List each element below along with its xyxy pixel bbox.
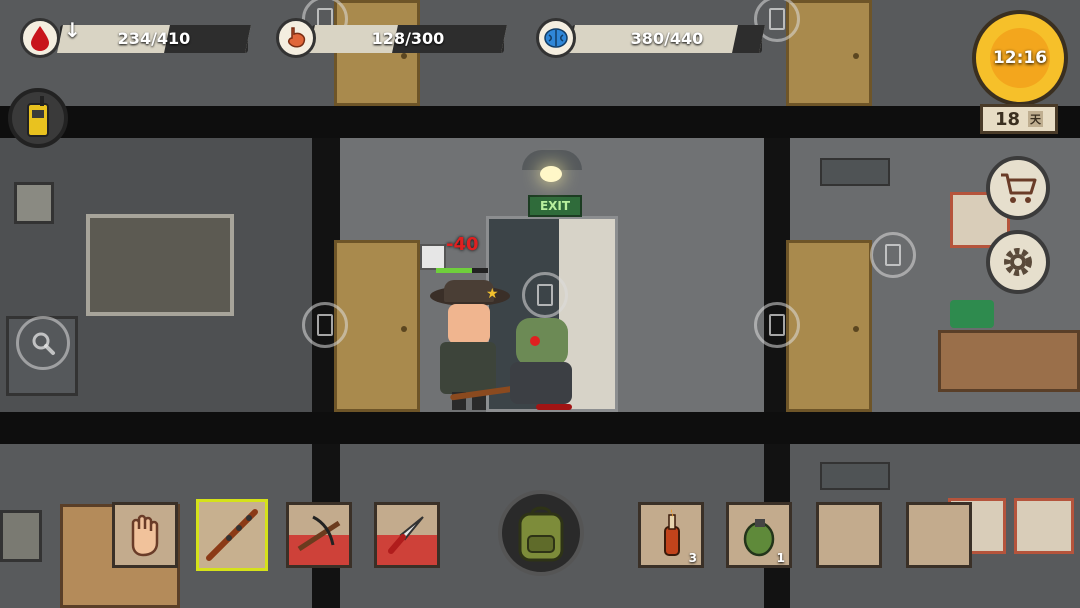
- player-jacket: [440, 342, 496, 394]
- shopping-cart-icon: [1001, 173, 1037, 203]
- item-slot-empty[interactable]: [906, 502, 972, 568]
- day-clock: 12:16: [972, 10, 1068, 106]
- zombie-body: [510, 362, 572, 404]
- floor-slab-2: [0, 412, 1080, 444]
- zombie-eye: [530, 336, 540, 346]
- item-slot-empty[interactable]: [816, 502, 882, 568]
- lamp-bulb: [540, 166, 562, 182]
- day-unit: 天: [1028, 111, 1044, 127]
- exit-sign: EXIT: [528, 195, 582, 217]
- weapon-slot-knife[interactable]: [374, 502, 440, 568]
- clock-time: 12:16: [992, 48, 1048, 68]
- health-text: 234/410: [117, 29, 191, 48]
- item-count: 1: [776, 551, 785, 565]
- air-vent: [820, 158, 890, 186]
- zombie-head: [516, 318, 568, 366]
- knife-icon: [388, 516, 424, 554]
- zombie-enemy[interactable]: [506, 318, 580, 412]
- fist-icon: [131, 514, 159, 557]
- floor-upper: [0, 0, 1080, 110]
- settings-button[interactable]: [986, 230, 1050, 294]
- mind-bar: 380/440: [569, 25, 765, 53]
- hunger-text: 128/300: [371, 29, 445, 48]
- radio-button[interactable]: [8, 88, 68, 148]
- item-count: 3: [688, 551, 697, 565]
- weapon-slot-crossbow[interactable]: [286, 502, 352, 568]
- mind-text: 380/440: [630, 29, 704, 48]
- door-hint-right[interactable]: [754, 302, 800, 348]
- gear-hint-icon[interactable]: [870, 232, 916, 278]
- walkie-talkie-icon: [27, 96, 49, 137]
- bulletin-board: [86, 214, 234, 316]
- arrow-down-icon: ↓: [64, 18, 81, 42]
- magnifier-icon: [32, 332, 55, 355]
- door-hint-left[interactable]: [302, 302, 348, 348]
- crossbow-icon: [297, 515, 341, 552]
- sheriff-star-icon: ★: [486, 286, 499, 302]
- wall-photo-lower: [0, 510, 42, 562]
- day-counter: 18 天: [980, 104, 1058, 134]
- blood-pool: [536, 404, 572, 410]
- floor-slab-1: [0, 106, 1080, 138]
- damage-number: -40: [446, 234, 479, 255]
- blood-drop-icon: [20, 18, 60, 58]
- enemy-health-fill: [436, 268, 473, 273]
- search-hint[interactable]: [16, 316, 70, 370]
- health-bar: 234/410: [57, 25, 251, 53]
- hunger-bar: 128/300: [309, 25, 507, 53]
- item-slot-grenade[interactable]: 1: [726, 502, 792, 568]
- enemy-health-bar: [436, 268, 488, 273]
- stomach-icon: [276, 18, 316, 58]
- day-value: 18: [994, 108, 1021, 130]
- air-vent-lower: [820, 462, 890, 490]
- gear-icon: [1004, 248, 1032, 276]
- backpack-button[interactable]: [498, 490, 584, 576]
- desk: [938, 330, 1080, 392]
- backpack-icon: [518, 506, 564, 562]
- door-hint-center[interactable]: [522, 272, 568, 318]
- typewriter: [950, 300, 994, 328]
- poster-lower-2: [1014, 498, 1074, 554]
- brain-icon: [536, 18, 576, 58]
- enemy-portrait: [420, 244, 446, 270]
- spiked-club-icon: [206, 509, 258, 561]
- player-face: [448, 304, 490, 344]
- weapon-slot-fist[interactable]: [112, 502, 178, 568]
- shop-button[interactable]: [986, 156, 1050, 220]
- weapon-slot-spiked-club[interactable]: [196, 499, 268, 571]
- wall-photo: [14, 182, 54, 224]
- item-slot-molotov[interactable]: 3: [638, 502, 704, 568]
